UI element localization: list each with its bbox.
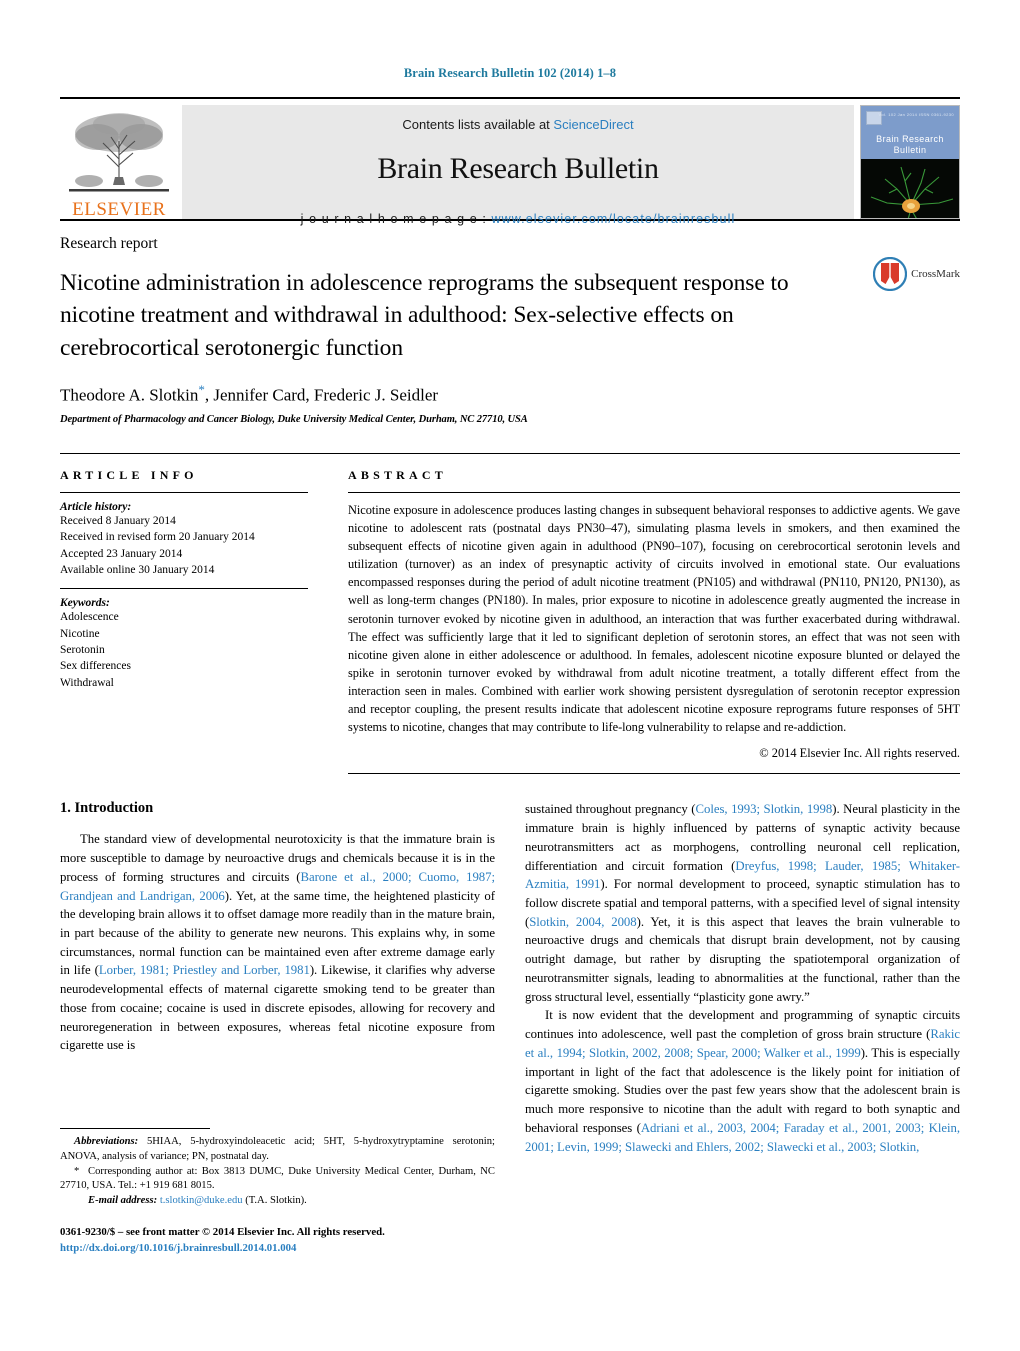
contents-available-line: Contents lists available at ScienceDirec… [402,117,633,132]
abbreviations-label: Abbreviations: [74,1136,139,1147]
journal-title: Brain Research Bulletin [377,152,659,185]
footnote-corresponding-author: * Corresponding author at: Box 3813 DUMC… [60,1165,495,1195]
intro-paragraph-left: The standard view of developmental neuro… [60,830,495,1055]
issn-line: 0361-9230/$ – see front matter © 2014 El… [60,1226,385,1239]
journal-homepage-line: j o u r n a l h o m e p a g e : www.else… [301,212,736,226]
journal-homepage-link[interactable]: www.elsevier.com/locate/brainresbull [491,212,735,226]
citation-coles[interactable]: Coles, 1993; Slotkin, 1998 [696,802,833,816]
crossmark-badge[interactable]: CrossMark [873,257,960,291]
section-heading-introduction: 1. Introduction [60,800,154,817]
keyword-1: Nicotine [60,627,100,640]
article-history-0: Received 8 January 2014 [60,514,176,527]
abstract-column: ABSTRACT Nicotine exposure in adolescenc… [348,467,960,775]
article-info-column: ARTICLE INFO Article history: Received 8… [60,468,308,774]
running-head: Brain Research Bulletin 102 (2014) 1–8 [403,66,617,80]
article-type: Research report [60,235,158,252]
footnote-rule [60,1128,210,1129]
body-column-right: sustained throughout pregnancy (Coles, 1… [525,800,960,1156]
article-info-heading: ARTICLE INFO [60,467,198,482]
elsevier-tree-icon [67,107,171,199]
article-history-2: Accepted 23 January 2014 [60,547,183,560]
article-info-rule [60,491,308,493]
sciencedirect-link[interactable]: ScienceDirect [553,117,633,132]
article-history-label: Article history: [60,500,132,513]
keywords-block: Keywords: Adolescence Nicotine Serotonin… [60,588,308,691]
keyword-4: Withdrawal [60,676,114,689]
abstract-copyright: © 2014 Elsevier Inc. All rights reserved… [759,746,960,761]
cover-issue-text: Vol. 102 Jan 2014 ISSN 0361-9230 [878,112,954,117]
cover-journal-title: Brain Research Bulletin [876,134,944,156]
abstract-heading: ABSTRACT [348,467,447,482]
abstract-text: Nicotine exposure in adolescence produce… [348,502,960,735]
elsevier-logo: ELSEVIER [60,105,178,219]
intro-paragraph-right-2: It is now evident that the development a… [525,1006,960,1156]
author-first: Theodore A. Slotkin [60,385,199,405]
crossmark-icon [873,257,908,291]
citation-lorber[interactable]: Lorber, 1981; Priestley and Lorber, 1981 [99,963,310,977]
doi-link[interactable]: http://dx.doi.org/10.1016/j.brainresbull… [60,1241,495,1257]
keyword-2: Serotonin [60,643,105,656]
journal-banner: ELSEVIER Contents lists available at Sci… [60,97,960,226]
abstract-rule [348,491,960,493]
corresponding-author-text: Corresponding author at: Box 3813 DUMC, … [60,1165,495,1192]
article-history-3: Available online 30 January 2014 [60,563,215,576]
footnote-area: Abbreviations: 5HIAA, 5-hydroxyindoleace… [60,1128,495,1256]
email-link[interactable]: t.slotkin@duke.edu [160,1195,243,1206]
abstract-bottom-rule [348,773,960,775]
contents-prefix: Contents lists available at [402,117,554,132]
paper-page: Brain Research Bulletin 102 (2014) 1–8 E… [0,0,1020,1351]
email-label: E-mail address: [88,1195,158,1207]
elsevier-wordmark: ELSEVIER [72,199,166,220]
keywords-label: Keywords: [60,597,110,610]
banner-center: Contents lists available at ScienceDirec… [182,105,854,226]
email-suffix: (T.A. Slotkin). [242,1195,307,1207]
intro-right-text-a: sustained throughout pregnancy ( [525,802,696,817]
cover-top: Vol. 102 Jan 2014 ISSN 0361-9230 Brain R… [861,106,959,159]
neuron-illustration-icon [861,158,959,218]
intro-right2-text-a: It is now evident that the development a… [525,1008,960,1042]
affiliation: Department of Pharmacology and Cancer Bi… [60,413,528,425]
crossmark-label: CrossMark [911,268,960,280]
page-title: Nicotine administration in adolescence r… [60,270,789,361]
citation-slotkin-2004[interactable]: Slotkin, 2004, 2008 [529,915,636,929]
footnote-star-marker: * [74,1165,80,1177]
body-columns: 1. Introduction The standard view of dev… [60,800,960,1156]
homepage-prefix: j o u r n a l h o m e p a g e : [300,212,492,226]
author-rest: , Jennifer Card, Frederic J. Seidler [204,385,439,405]
imprint-block: 0361-9230/$ – see front matter © 2014 El… [60,1225,495,1256]
article-history-1: Received in revised form 20 January 2014 [60,531,255,544]
keyword-0: Adolescence [60,611,119,624]
article-header: Research report Nicotine administration … [60,235,960,425]
footnote-email: E-mail address: t.slotkin@duke.edu (T.A.… [60,1194,495,1209]
info-abstract-block: ARTICLE INFO Article history: Received 8… [60,452,960,775]
intro-paragraph-right-1: sustained throughout pregnancy (Coles, 1… [525,800,960,1006]
cover-neuron-image [861,158,959,218]
body-column-left: 1. Introduction The standard view of dev… [60,800,495,1156]
author-list: Theodore A. Slotkin*, Jennifer Card, Fre… [60,382,960,406]
footnote-abbreviations: Abbreviations: 5HIAA, 5-hydroxyindoleace… [60,1135,495,1165]
journal-cover-thumbnail: Vol. 102 Jan 2014 ISSN 0361-9230 Brain R… [860,105,960,219]
keyword-3: Sex differences [60,660,131,673]
